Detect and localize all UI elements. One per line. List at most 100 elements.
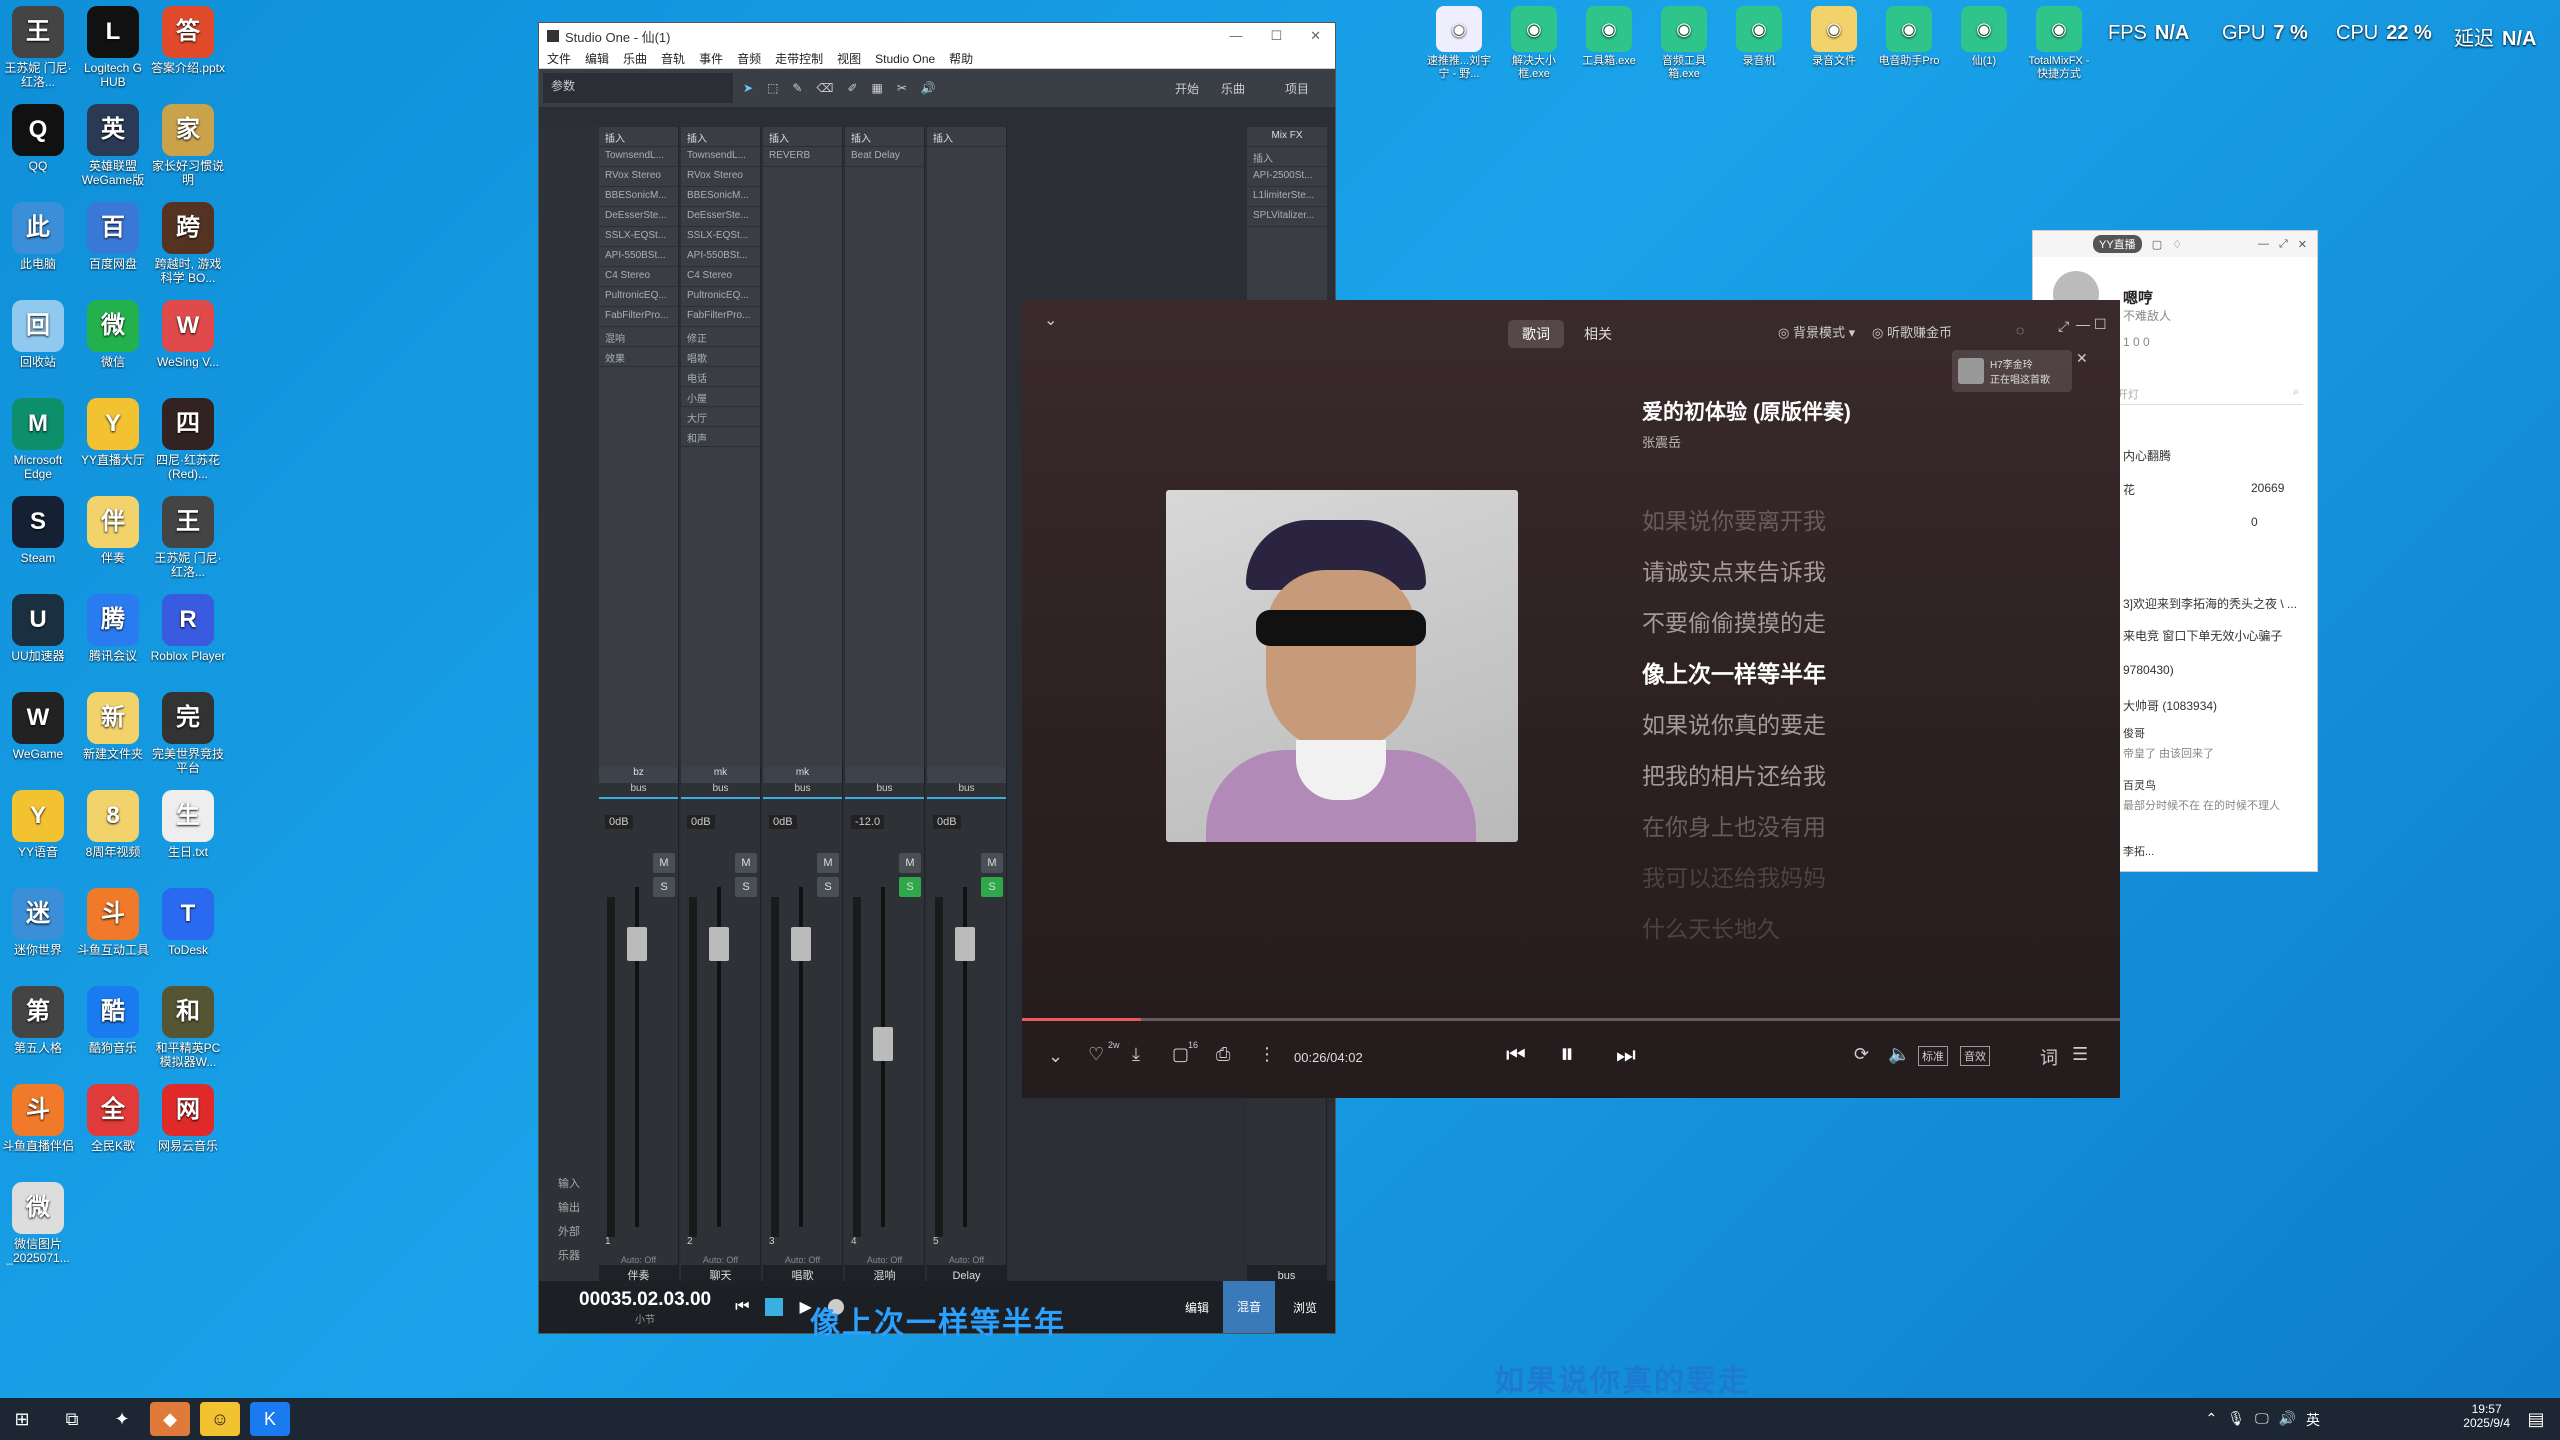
channel-name[interactable]: 聊天 [681,1265,760,1287]
app-pin-icon[interactable]: ✦ [102,1402,142,1436]
desktop-shortcut[interactable]: ◉ 电音助手Pro [1872,6,1946,68]
yy-list-item[interactable]: 0 [2251,515,2258,529]
edit-button[interactable]: 编辑 [1171,1299,1223,1316]
skin-icon[interactable]: ◌ [2016,322,2024,338]
menu-item[interactable]: 帮助 [949,50,973,67]
fader-knob[interactable] [873,1027,893,1061]
menu-item[interactable]: 音轨 [661,50,685,67]
yy-list-item[interactable]: 最部分时候不在 在的时候不理人 [2123,797,2280,813]
side-label[interactable]: 乐器 [539,1247,599,1271]
mute-button[interactable]: M [899,853,921,873]
plugin-slot[interactable]: RVox Stereo [599,167,678,187]
menu-item[interactable]: 走带控制 [775,50,823,67]
tray-expand-icon[interactable]: ⌃ [2206,1410,2218,1430]
solo-button[interactable]: S [899,877,921,897]
plugin-slot[interactable]: REVERB [763,147,842,167]
more-icon[interactable]: ⋮ [1258,1044,1276,1065]
paint-tool-icon[interactable]: ✐ [847,81,857,95]
plugin-slot[interactable]: FabFilterPro... [681,307,760,327]
solo-button[interactable]: S [981,877,1003,897]
stop-icon[interactable] [765,1298,784,1316]
desktop-shortcut[interactable]: R Roblox Player [150,594,226,663]
next-icon[interactable]: ⏭ [1616,1042,1636,1068]
plugin-slot[interactable]: API-550BSt... [681,247,760,267]
plugin-slot[interactable]: 电话 [681,367,760,387]
like-icon[interactable]: ♡ [1088,1044,1104,1065]
automation-mode[interactable]: Auto: Off [763,1255,842,1265]
yy-list-item[interactable]: 3]欢迎来到李拓海的秃头之夜 \ ... [2123,595,2297,612]
speaker-tool-icon[interactable]: 🔊 [921,81,936,95]
grid-tool-icon[interactable]: ▦ [872,81,883,95]
minimize-icon[interactable]: — [2076,316,2090,332]
notify-close-icon[interactable]: ✕ [2076,350,2088,367]
plugin-slot[interactable]: 和声 [681,427,760,447]
fader-knob[interactable] [709,927,729,961]
desktop-shortcut[interactable]: 微微信图片_2025071... [0,1182,76,1265]
channel-route[interactable]: bus [927,783,1006,799]
yy-list-item[interactable]: 百灵鸟 [2123,777,2156,793]
desktop-shortcut[interactable]: Y YY直播大厅 [75,398,151,467]
rewind-icon[interactable]: ⏮ [735,1298,749,1316]
menu-item[interactable]: 编辑 [585,50,609,67]
plugin-slot[interactable]: L1limiterSte... [1247,187,1327,207]
solo-button[interactable]: S [653,877,675,897]
desktop-shortcut[interactable]: ◉ 录音机 [1722,6,1796,68]
plugin-slot[interactable]: BBESonicM... [599,187,678,207]
volume-readout[interactable]: 0dB [605,815,633,829]
plugin-slot[interactable]: API-550BSt... [599,247,678,267]
desktop-shortcut[interactable]: 8 8周年视频 [75,790,151,859]
tab-related[interactable]: 相关 [1570,320,1626,348]
channel-name[interactable]: 伴奏 [599,1265,678,1287]
desktop-shortcut[interactable]: 网网易云音乐 [150,1084,226,1153]
fader-knob[interactable] [791,927,811,961]
fader-knob[interactable] [627,927,647,961]
plugin-slot[interactable]: 混响 [599,327,678,347]
desktop-shortcut[interactable]: 微微信 [75,300,151,369]
mute-button[interactable]: M [735,853,757,873]
side-label[interactable]: 输入 [539,1175,599,1199]
automation-mode[interactable]: Auto: Off [927,1255,1006,1265]
minimize-icon[interactable]: — [2258,238,2269,250]
yy-list-item[interactable]: 花 [2123,481,2135,498]
yy-list-item[interactable]: 俊哥 [2123,725,2145,741]
douyu-pin-icon[interactable]: ◆ [150,1402,190,1436]
pointer-tool-icon[interactable]: ➤ [743,81,753,95]
channel-route[interactable]: bus [763,783,842,799]
volume-readout[interactable]: 0dB [769,815,797,829]
plugin-slot[interactable]: C4 Stereo [681,267,760,287]
plugin-slot[interactable]: 效果 [599,347,678,367]
kugou-pin-icon[interactable]: K [250,1402,290,1436]
desktop-shortcut[interactable]: 家家长好习惯说明 [150,104,226,187]
desktop-shortcut[interactable]: W WeSing V... [150,300,226,369]
window-icon[interactable]: ▢ [2152,238,2162,251]
plugin-slot[interactable]: DeEsserSte... [681,207,760,227]
solo-button[interactable]: S [817,877,839,897]
repeat-icon[interactable]: ⟳ [1854,1044,1869,1065]
mic-icon[interactable]: 🎙 [2227,1410,2245,1430]
volume-icon[interactable]: 🔊 [2279,1410,2296,1430]
shirt-icon[interactable]: ♢ [2172,238,2182,251]
share-icon[interactable]: ⎙ [1216,1044,1230,1065]
solo-button[interactable]: S [735,877,757,897]
desktop-shortcut[interactable]: ◉ 速推推...刘宇宁 - 野... [1422,6,1496,81]
desktop-shortcut[interactable]: 答答案介绍.pptx [150,6,226,75]
desktop-shortcut[interactable]: 王王苏妮 门尼·红洛... [0,6,76,89]
artist-name[interactable]: 张震岳 [1642,432,1681,451]
fader-knob[interactable] [955,927,975,961]
desktop-shortcut[interactable]: T ToDesk [150,888,226,957]
yy-list-item[interactable]: 李拓... [2123,843,2154,859]
plugin-slot[interactable]: DeEsserSte... [599,207,678,227]
side-label[interactable]: 输出 [539,1199,599,1223]
desktop-shortcut[interactable]: 此此电脑 [0,202,76,271]
yy-pin-icon[interactable]: ☺ [200,1402,240,1436]
plugin-slot[interactable]: PultronicEQ... [599,287,678,307]
desktop-shortcut[interactable]: 回回收站 [0,300,76,369]
insert-header[interactable]: 插入 [681,127,760,147]
desktop-shortcut[interactable]: 斗斗鱼直播伴侣 [0,1084,76,1153]
split-tool-icon[interactable]: ✂ [897,81,907,95]
browse-button[interactable]: 浏览 [1275,1299,1335,1316]
desktop-shortcut[interactable]: ◉ 仙(1) [1947,6,2021,68]
desktop-shortcut[interactable]: M Microsoft Edge [0,398,76,481]
insert-header[interactable]: 插入 [763,127,842,147]
mix-button[interactable]: 混音 [1222,1281,1275,1333]
